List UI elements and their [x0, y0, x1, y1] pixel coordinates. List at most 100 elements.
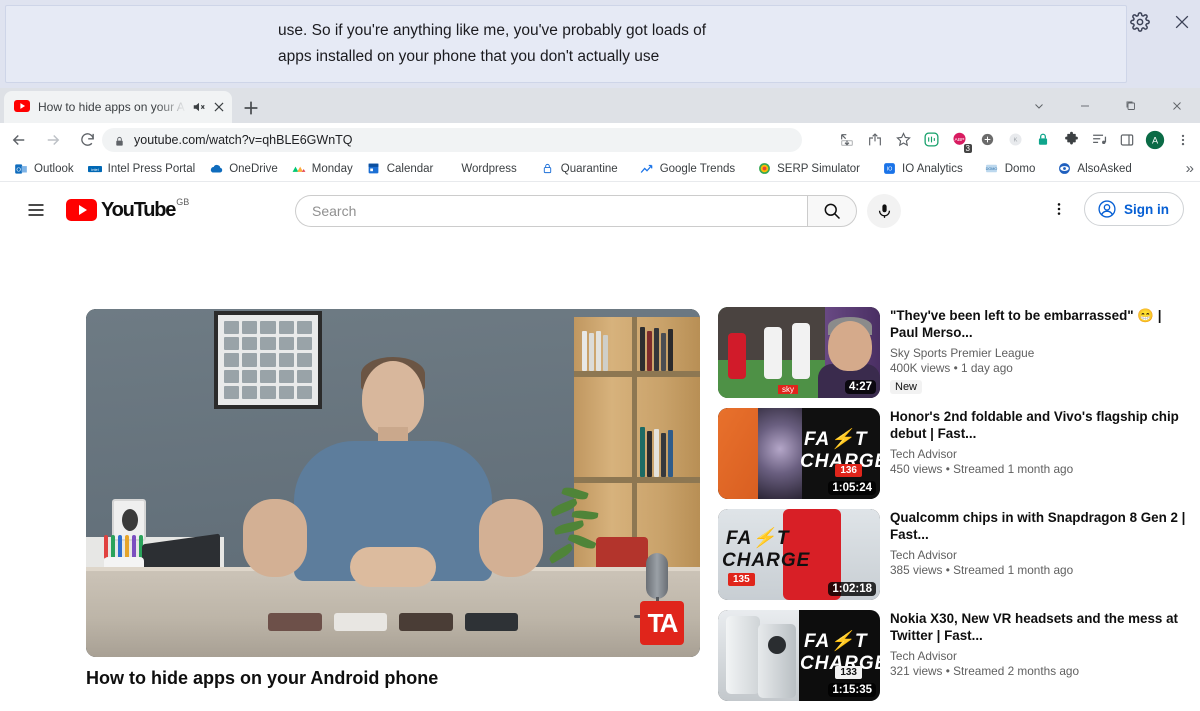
bookmark-io-analytics[interactable]: IO IO Analytics: [876, 158, 969, 180]
channel-name[interactable]: Sky Sports Premier League: [890, 346, 1188, 360]
youtube-play-icon: [66, 199, 97, 221]
adblock-extension-icon[interactable]: ABP 3: [946, 127, 972, 153]
bookmark-serp-simulator[interactable]: SERP Simulator: [751, 158, 866, 180]
domo-icon: DOMO: [985, 162, 999, 176]
bookmark-label: IO Analytics: [902, 162, 963, 175]
video-title: Qualcomm chips in with Snapdragon 8 Gen …: [890, 510, 1186, 542]
thumbnail-text-line2: CHARGE: [722, 550, 811, 571]
browser-tab[interactable]: How to hide apps on your A: [4, 91, 232, 123]
search-input[interactable]: Search: [295, 195, 807, 227]
bookmark-intel-press-portal[interactable]: intel Intel Press Portal: [82, 158, 202, 180]
list-item[interactable]: sky 4:27 "They've been left to be embarr…: [718, 307, 1188, 398]
search-placeholder: Search: [312, 203, 357, 219]
hamburger-menu-icon[interactable]: [16, 190, 56, 230]
address-bar[interactable]: youtube.com/watch?v=qhBLE6GWnTQ: [102, 128, 802, 152]
bookmark-label: Outlook: [34, 162, 74, 175]
video-stats: 450 views • Streamed 1 month ago: [890, 462, 1074, 476]
chevron-down-icon[interactable]: [1016, 88, 1062, 123]
bookmark-label: Calendar: [386, 162, 434, 175]
bookmark-label: Intel Press Portal: [107, 162, 196, 175]
bookmark-onedrive[interactable]: OneDrive: [203, 158, 284, 180]
window-close-icon[interactable]: [1154, 88, 1200, 123]
profile-avatar-icon[interactable]: A: [1142, 127, 1168, 153]
trends-icon: [640, 162, 654, 176]
speaker-mute-icon[interactable]: [192, 100, 206, 114]
youtube-country-code: GB: [176, 197, 190, 207]
onedrive-icon: [209, 162, 223, 176]
back-arrow-icon[interactable]: [4, 125, 34, 155]
microphone-icon[interactable]: [867, 194, 901, 228]
new-tab-button[interactable]: [240, 97, 262, 119]
video-thumbnail[interactable]: sky 4:27: [718, 307, 880, 398]
list-item[interactable]: FA⚡T CHARGE 136 1:05:24 Honor's 2nd fold…: [718, 408, 1188, 499]
video-thumbnail[interactable]: FA⚡T CHARGE 136 1:05:24: [718, 408, 880, 499]
extensions-puzzle-icon[interactable]: [1058, 127, 1084, 153]
thumbnail-text-line1: FA⚡T: [804, 429, 868, 450]
reload-icon[interactable]: [72, 125, 102, 155]
sign-in-button[interactable]: Sign in: [1084, 192, 1184, 226]
address-bar-url: youtube.com/watch?v=qhBLE6GWnTQ: [134, 133, 353, 147]
channel-name[interactable]: Tech Advisor: [890, 649, 1188, 663]
caption-text: use. So if you're anything like me, you'…: [278, 22, 707, 65]
close-icon[interactable]: [1172, 12, 1192, 32]
bookmark-label: Google Trends: [659, 162, 736, 175]
bookmark-label: SERP Simulator: [777, 162, 861, 175]
profile-initial: A: [1152, 135, 1159, 145]
video-player[interactable]: TA: [86, 309, 700, 657]
phones-on-desk: [268, 613, 518, 631]
bookmark-domo[interactable]: DOMO Domo: [979, 158, 1042, 180]
bookmarks-overflow-button[interactable]: »: [1186, 160, 1194, 177]
serp-icon: [757, 162, 771, 176]
youtube-wordmark: YouTube: [101, 199, 176, 221]
kebab-menu-icon[interactable]: [1042, 192, 1076, 226]
calendar-icon: [367, 162, 381, 176]
video-thumbnail[interactable]: FA⚡T CHARGE 135 1:02:18: [718, 509, 880, 600]
lock-icon: [114, 134, 125, 147]
bookmark-wordpress[interactable]: Wordpress: [455, 158, 522, 180]
search-button[interactable]: [807, 195, 857, 227]
youtube-logo[interactable]: YouTube GB: [66, 197, 190, 221]
svg-text:IO: IO: [886, 167, 892, 173]
extension-grey-icon[interactable]: K: [1002, 127, 1028, 153]
bookmark-outlook[interactable]: O Outlook: [8, 158, 80, 180]
forward-arrow-icon[interactable]: [38, 125, 68, 155]
video-stats: 321 views • Streamed 2 months ago: [890, 664, 1080, 678]
bookmark-calendar[interactable]: Calendar: [361, 158, 440, 180]
bookmark-monday[interactable]: Monday: [286, 158, 359, 180]
bookmark-star-icon[interactable]: [890, 127, 916, 153]
restore-icon[interactable]: [1108, 88, 1154, 123]
channel-name[interactable]: Tech Advisor: [890, 548, 1188, 562]
share-icon[interactable]: [862, 127, 888, 153]
bookmark-alsoasked[interactable]: AlsoAsked: [1051, 158, 1137, 180]
grammarly-extension-icon[interactable]: [918, 127, 944, 153]
video-duration: 1:15:35: [828, 683, 876, 697]
lock-green-icon[interactable]: [1030, 127, 1056, 153]
youtube-favicon: [14, 99, 30, 115]
bookmark-label: Wordpress: [461, 162, 517, 175]
lock-icon: [541, 162, 555, 176]
bookmark-label: AlsoAsked: [1077, 162, 1132, 175]
bookmark-label: Monday: [311, 162, 353, 175]
bookmark-google-trends[interactable]: Google Trends: [634, 158, 741, 180]
svg-text:intel: intel: [91, 166, 98, 171]
gear-icon[interactable]: [1130, 12, 1150, 32]
install-page-icon[interactable]: [834, 127, 860, 153]
channel-name[interactable]: Tech Advisor: [890, 447, 1188, 461]
chrome-menu-icon[interactable]: [1170, 127, 1196, 153]
svg-text:K: K: [1013, 138, 1017, 144]
account-circle-icon: [1098, 200, 1116, 218]
tab-close-icon[interactable]: [212, 100, 226, 114]
video-thumbnail[interactable]: FA⚡T CHARGE 133 1:15:35: [718, 610, 880, 701]
wall-poster: [214, 311, 322, 409]
video-duration: 1:02:18: [828, 582, 876, 596]
bookmark-quarantine[interactable]: Quarantine: [535, 158, 624, 180]
caption-overlay-bar: use. So if you're anything like me, you'…: [0, 0, 1200, 88]
video-frame: TA: [86, 309, 700, 657]
list-item[interactable]: FA⚡T CHARGE 133 1:15:35 Nokia X30, New V…: [718, 610, 1188, 701]
extension-dark-icon[interactable]: [974, 127, 1000, 153]
side-panel-icon[interactable]: [1114, 127, 1140, 153]
reading-list-icon[interactable]: [1086, 127, 1112, 153]
minimize-icon[interactable]: [1062, 88, 1108, 123]
list-item[interactable]: FA⚡T CHARGE 135 1:02:18 Qualcomm chips i…: [718, 509, 1188, 600]
browser-toolbar: youtube.com/watch?v=qhBLE6GWnTQ ABP 3 K: [0, 123, 1200, 156]
